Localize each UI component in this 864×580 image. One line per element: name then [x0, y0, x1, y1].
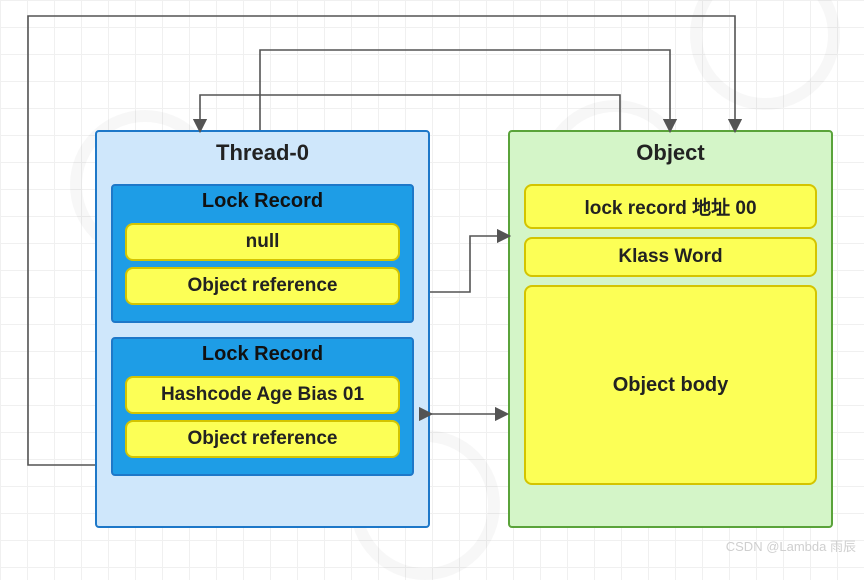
lock-record-title: Lock Record	[113, 339, 412, 370]
thread-box: Thread-0 Lock Record null Object referen…	[95, 130, 430, 528]
arrow-thread-to-object-outer	[260, 50, 670, 130]
watermark-circle	[690, 0, 840, 110]
object-klassword: Klass Word	[524, 237, 817, 277]
lock-record-1-slot-markword: Hashcode Age Bias 01	[125, 376, 400, 414]
thread-title: Thread-0	[97, 132, 428, 176]
object-box: Object lock record 地址 00 Klass Word Obje…	[508, 130, 833, 528]
lock-record-0-slot-objectref: Object reference	[125, 267, 400, 305]
lock-record-1: Lock Record Hashcode Age Bias 01 Object …	[111, 337, 414, 476]
object-markword: lock record 地址 00	[524, 184, 817, 229]
watermark-text: CSDN @Lambda 雨辰	[726, 536, 856, 555]
lock-record-title: Lock Record	[113, 186, 412, 217]
lock-record-0-slot-markword: null	[125, 223, 400, 261]
lock-record-0: Lock Record null Object reference	[111, 184, 414, 323]
arrow-objectref0-to-object	[430, 236, 508, 292]
lock-record-1-slot-objectref: Object reference	[125, 420, 400, 458]
object-body: Object body	[524, 285, 817, 485]
object-title: Object	[510, 132, 831, 176]
arrow-object-to-lockrecord	[200, 95, 620, 130]
